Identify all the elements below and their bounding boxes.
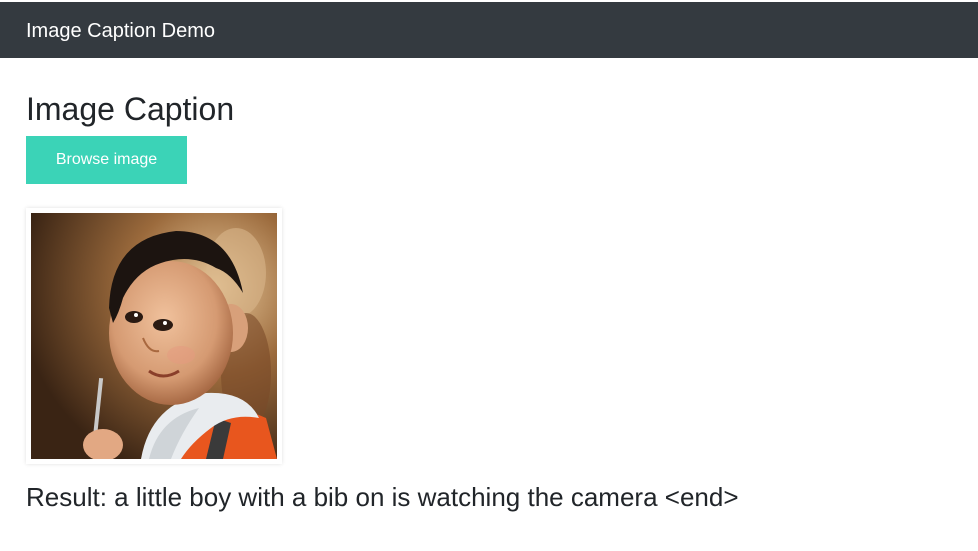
- boy-photo-image: [31, 213, 277, 459]
- top-navbar: Image Caption Demo: [0, 2, 978, 58]
- uploaded-image-thumbnail: [26, 208, 282, 464]
- page-title: Image Caption: [26, 91, 235, 127]
- caption-result-text: Result: a little boy with a bib on is wa…: [26, 482, 739, 512]
- navbar-brand[interactable]: Image Caption Demo: [26, 20, 215, 42]
- browse-image-button[interactable]: Browse image: [26, 136, 187, 184]
